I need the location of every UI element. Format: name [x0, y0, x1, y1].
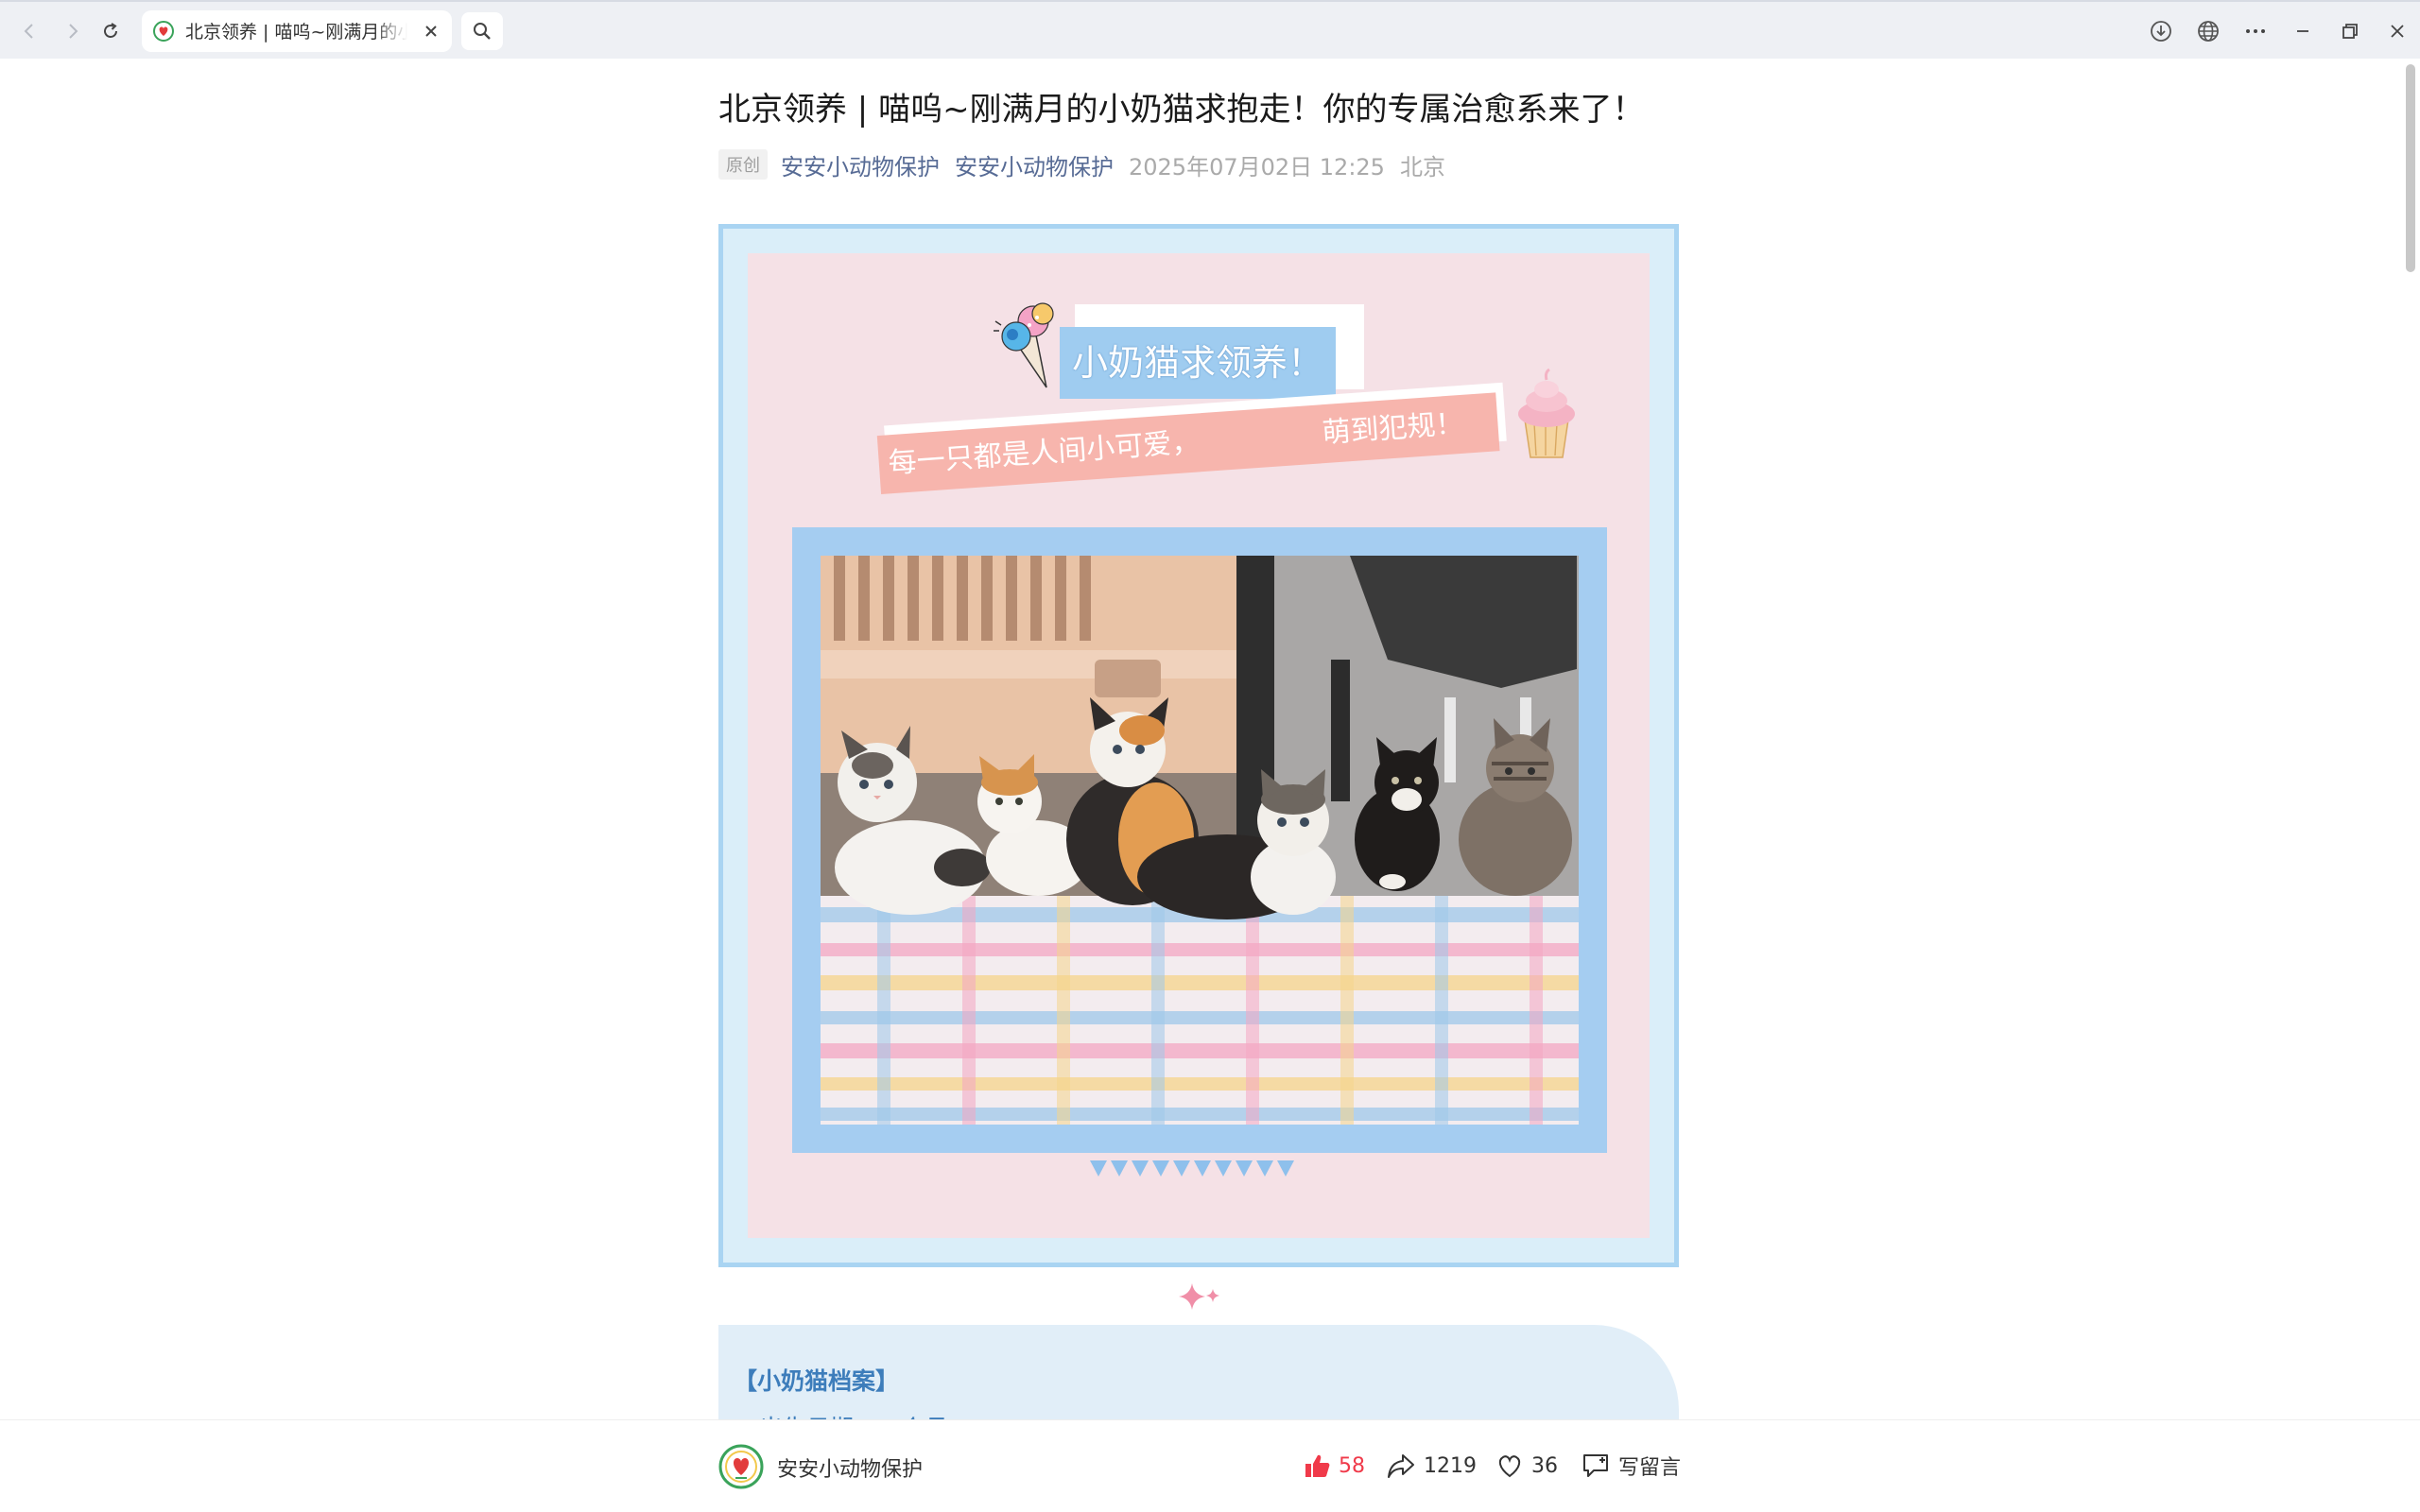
restore-button[interactable]	[2335, 16, 2365, 46]
forward-icon	[69, 24, 78, 39]
share-icon	[1388, 1454, 1414, 1478]
more-button[interactable]	[2240, 16, 2271, 46]
publish-location: 北京	[1399, 153, 1445, 180]
share-button[interactable]: 1219	[1386, 1445, 1477, 1486]
account-name[interactable]: 安安小动物保护	[777, 1452, 923, 1483]
tab-active[interactable]: 北京领养 | 喵呜~刚满月的小奶猫求抱走！你的专属治愈系来了！	[142, 10, 452, 52]
bottom-action-bar: 安安小动物保护 58 1219 36 写留言	[0, 1419, 2420, 1512]
close-icon	[2391, 25, 2404, 38]
ice-cream-icon	[994, 302, 1054, 388]
favorite-count: 36	[1531, 1453, 1558, 1478]
download-icon	[2151, 21, 2171, 42]
search-button[interactable]	[461, 12, 503, 50]
publish-date: 2025年07月02日 12:25	[1129, 153, 1385, 180]
minimize-icon	[2297, 30, 2308, 32]
like-button[interactable]: 58	[1303, 1445, 1365, 1486]
poster-banner: 小奶猫求领养！	[1060, 327, 1336, 399]
browser-toolbar: 北京领养 | 喵呜~刚满月的小奶猫求抱走！你的专属治愈系来了！	[0, 0, 2420, 59]
scrollbar-thumb[interactable]	[2406, 64, 2415, 272]
back-button[interactable]	[13, 15, 45, 47]
kittens-photo[interactable]	[821, 556, 1579, 1125]
article-meta: 原创 安安小动物保护 安安小动物保护 2025年07月02日 12:25 北京	[718, 148, 1445, 180]
globe-icon	[2198, 21, 2219, 42]
translate-button[interactable]	[2193, 16, 2223, 46]
favorite-button[interactable]: 36	[1495, 1445, 1558, 1486]
like-icon	[1305, 1454, 1330, 1477]
poster-inner: 小奶猫求领养！ 每一只都是人间小可爱， 萌到犯规！	[748, 253, 1650, 1238]
close-window-button[interactable]	[2382, 16, 2412, 46]
ribbon: 每一只都是人间小可爱， 萌到犯规！	[876, 382, 1507, 500]
reload-button[interactable]	[95, 15, 127, 47]
restore-icon	[2342, 24, 2358, 39]
comment-icon	[1583, 1454, 1608, 1477]
back-icon	[24, 24, 33, 39]
forward-button[interactable]	[57, 15, 89, 47]
favicon-icon	[153, 21, 174, 42]
account-avatar[interactable]	[718, 1444, 764, 1489]
cupcake-icon	[1518, 368, 1575, 458]
profile-heading: 【小奶猫档案】	[734, 1367, 900, 1395]
reload-icon	[104, 23, 117, 38]
comment-button[interactable]: 写留言	[1581, 1445, 1681, 1486]
heart-icon	[1498, 1455, 1521, 1478]
author-link[interactable]: 安安小动物保护	[781, 148, 940, 181]
like-count: 58	[1339, 1453, 1365, 1478]
photo-frame	[792, 527, 1607, 1153]
account-link[interactable]: 安安小动物保护	[955, 148, 1114, 181]
tab-title: 北京领养 | 喵呜~刚满月的小奶猫求抱走！你的专属治愈系来了！	[185, 22, 407, 43]
search-icon	[474, 23, 491, 40]
article-title: 北京领养 | 喵呜~刚满月的小奶猫求抱走！你的专属治愈系来了！	[718, 91, 1645, 129]
tab-close-icon[interactable]	[420, 20, 442, 43]
comment-label: 写留言	[1618, 1456, 1682, 1480]
ribbon-text-right: 萌到犯规！	[1321, 406, 1465, 451]
original-badge: 原创	[718, 149, 768, 180]
adoption-poster: 小奶猫求领养！ 每一只都是人间小可爱， 萌到犯规！	[718, 224, 1679, 1267]
minimize-button[interactable]	[2288, 16, 2318, 46]
sparkle-icon	[1179, 1283, 1219, 1310]
download-button[interactable]	[2146, 16, 2176, 46]
more-icon	[2246, 29, 2265, 33]
decorative-triangles	[1090, 1160, 1294, 1177]
share-count: 1219	[1424, 1453, 1477, 1478]
